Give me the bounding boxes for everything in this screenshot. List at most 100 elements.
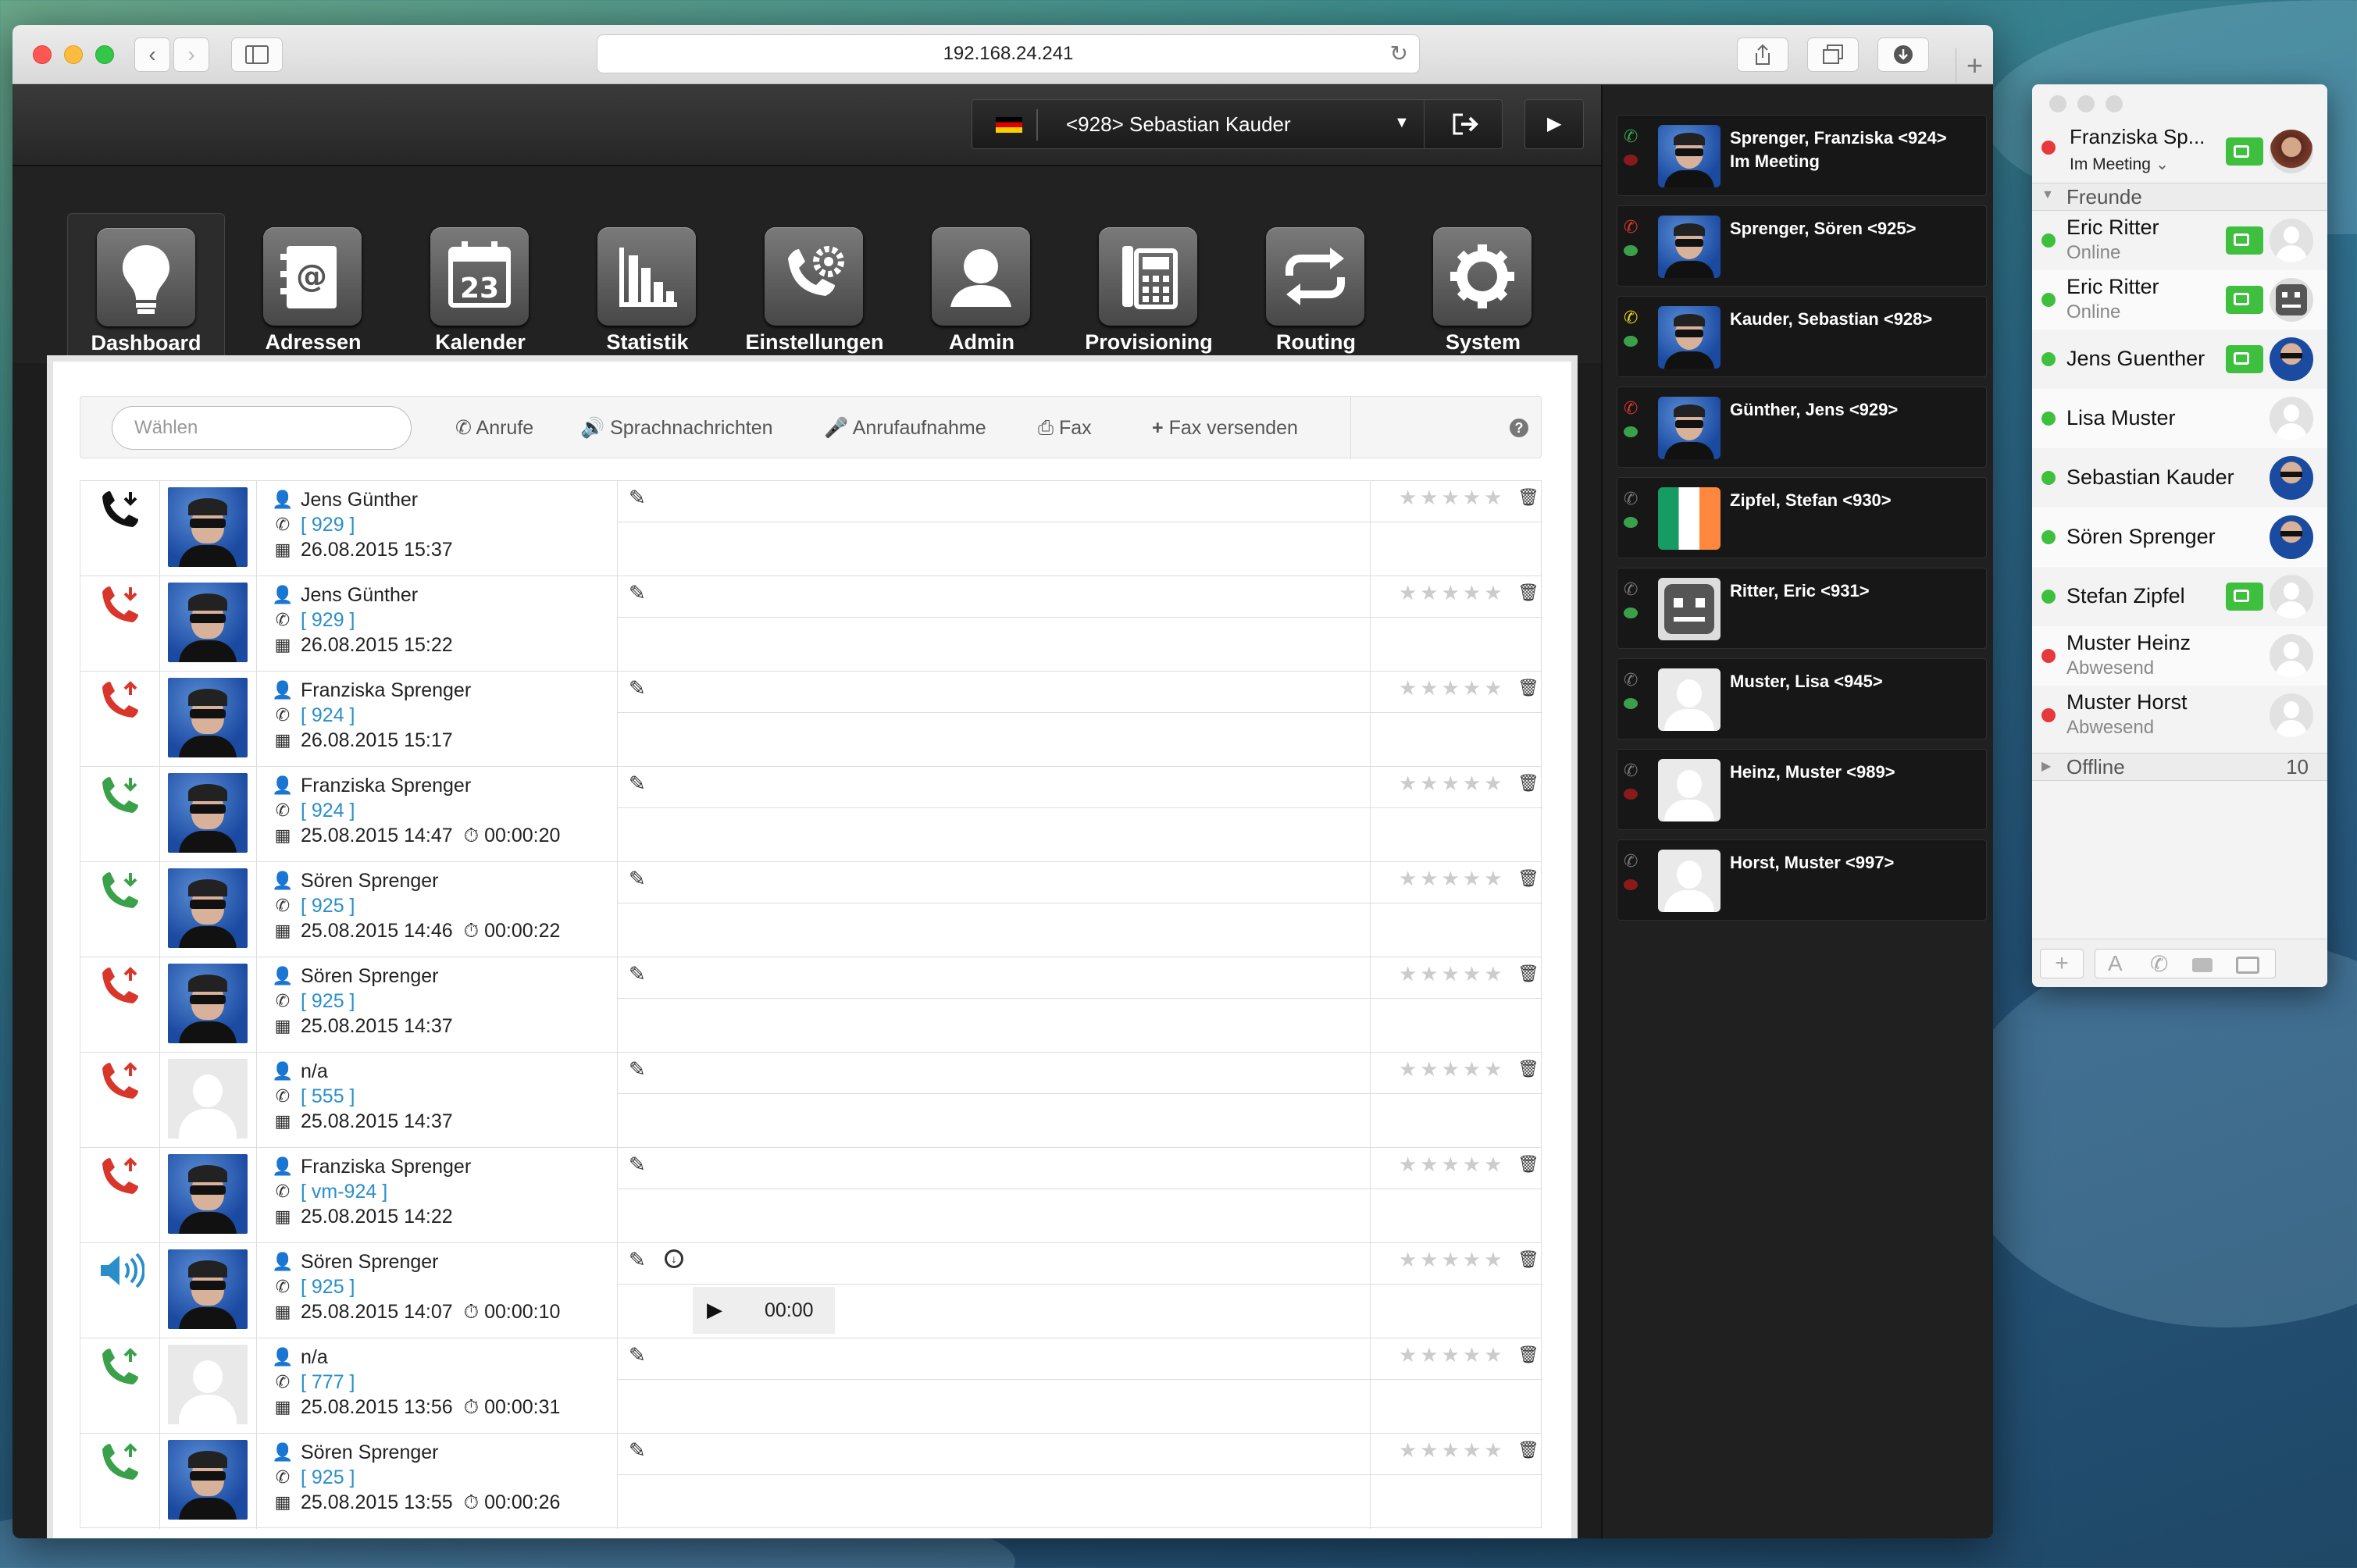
share-button[interactable]: [1737, 37, 1788, 72]
edit-note-icon[interactable]: ✎: [629, 772, 646, 796]
sidebar-toggle-button[interactable]: [231, 37, 283, 72]
filter-sprachnachrichten[interactable]: 🔊 Sprachnachrichten: [580, 397, 773, 459]
presence-card[interactable]: ✆ Kauder, Sebastian <928>: [1617, 296, 1987, 377]
help-icon[interactable]: ?: [1510, 419, 1528, 437]
tabs-overview-button[interactable]: [1807, 37, 1859, 72]
delete-icon[interactable]: 🗑: [1517, 678, 1539, 698]
close-window-button[interactable]: [33, 45, 52, 64]
buddy-list-item[interactable]: Jens Guenther: [2032, 330, 2327, 389]
edit-note-icon[interactable]: ✎: [629, 486, 646, 510]
delete-icon[interactable]: 🗑: [1517, 583, 1539, 603]
logout-icon[interactable]: [1452, 112, 1478, 136]
presence-card[interactable]: ✆ Heinz, Muster <989>: [1617, 749, 1987, 830]
rating-stars[interactable]: ★★★★★: [1399, 486, 1506, 510]
delete-icon[interactable]: 🗑: [1517, 1249, 1539, 1270]
presence-card[interactable]: ✆ Günther, Jens <929>: [1617, 387, 1987, 468]
edit-note-icon[interactable]: ✎: [629, 1057, 646, 1082]
address-bar[interactable]: 192.168.24.241 ↻: [597, 34, 1420, 73]
presence-card[interactable]: ✆ Ritter, Eric <931>: [1617, 568, 1987, 649]
video-camera-icon[interactable]: [2226, 286, 2263, 314]
nav-provisioning[interactable]: Provisioning: [1070, 213, 1228, 363]
group-header-freunde[interactable]: ▼ Freunde: [2032, 183, 2327, 211]
table-row[interactable]: 👤 Sören Sprenger ✆ [ 925 ] ▦ 25.08.2015 14:07…: [80, 1242, 1542, 1338]
caller-extension[interactable]: [ vm-924 ]: [301, 1179, 387, 1204]
filter-anrufaufnahme[interactable]: 🎤 Anrufaufnahme: [824, 397, 986, 459]
filter-anrufe[interactable]: ✆ Anrufe: [455, 397, 533, 459]
filter-fax[interactable]: ⎙ Fax: [1038, 397, 1092, 459]
close-window-button[interactable]: [2049, 95, 2066, 112]
minimize-window-button[interactable]: [2077, 95, 2095, 112]
table-row[interactable]: 👤 Sören Sprenger ✆ [ 925 ] ▦ 25.08.2015 13:55…: [80, 1433, 1542, 1529]
delete-icon[interactable]: 🗑: [1517, 773, 1539, 793]
panel-toggle-button[interactable]: ▶: [1524, 99, 1584, 149]
buddy-list-item[interactable]: Stefan Zipfel: [2032, 567, 2327, 626]
caller-extension[interactable]: [ 924 ]: [301, 798, 355, 823]
rating-stars[interactable]: ★★★★★: [1399, 1057, 1506, 1082]
caller-extension[interactable]: [ 777 ]: [301, 1370, 355, 1395]
video-camera-icon[interactable]: [2192, 958, 2213, 972]
table-row[interactable]: 👤 Jens Günther ✆ [ 929 ] ▦ 26.08.2015 15:37 ✎ ★…: [80, 480, 1542, 576]
buddy-list-item[interactable]: Sebastian Kauder: [2032, 448, 2327, 508]
edit-note-icon[interactable]: ✎: [629, 1438, 646, 1463]
forward-button[interactable]: ›: [173, 37, 209, 72]
zoom-window-button[interactable]: [2106, 95, 2123, 112]
table-row[interactable]: 👤 Franziska Sprenger ✆ [ vm-924 ] ▦ 25.08.201…: [80, 1147, 1542, 1243]
rating-stars[interactable]: ★★★★★: [1399, 1248, 1506, 1272]
buddy-list-item[interactable]: Lisa Muster: [2032, 389, 2327, 448]
download-icon[interactable]: ↓: [665, 1249, 683, 1268]
caller-extension[interactable]: [ 555 ]: [301, 1084, 355, 1109]
reload-icon[interactable]: ↻: [1390, 35, 1408, 73]
delete-icon[interactable]: 🗑: [1517, 1345, 1539, 1365]
rating-stars[interactable]: ★★★★★: [1399, 772, 1506, 796]
table-row[interactable]: 👤 n/a ✆ [ 555 ] ▦ 25.08.2015 14:37 ✎ ★★★★★ 🗑: [80, 1052, 1542, 1148]
edit-note-icon[interactable]: ✎: [629, 962, 646, 986]
nav-statistik[interactable]: Statistik: [569, 213, 726, 363]
caller-extension[interactable]: [ 925 ]: [301, 1274, 355, 1299]
edit-note-icon[interactable]: ✎: [629, 867, 646, 891]
user-selector[interactable]: <928> Sebastian Kauder ▼: [972, 99, 1503, 149]
presence-card[interactable]: ✆ Sprenger, Franziska <924> Im Meeting: [1617, 115, 1987, 196]
send-fax-button[interactable]: + Fax versenden: [1152, 397, 1298, 459]
buddy-list-item[interactable]: Muster Horst Abwesend: [2032, 686, 2327, 745]
back-button[interactable]: ‹: [134, 37, 170, 72]
table-row[interactable]: 👤 Sören Sprenger ✆ [ 925 ] ▦ 25.08.2015 14:37…: [80, 957, 1542, 1053]
caller-extension[interactable]: [ 929 ]: [301, 512, 355, 537]
table-row[interactable]: 👤 n/a ✆ [ 777 ] ▦ 25.08.2015 13:56 ⏱ 00:00:31 ✎…: [80, 1338, 1542, 1434]
group-header-offline[interactable]: ▶ Offline 10: [2032, 753, 2327, 781]
buddy-list-item[interactable]: Eric Ritter Online: [2032, 270, 2327, 330]
caller-extension[interactable]: [ 924 ]: [301, 703, 355, 728]
nav-einstellungen[interactable]: Einstellungen: [736, 213, 893, 363]
table-row[interactable]: 👤 Franziska Sprenger ✆ [ 924 ] ▦ 26.08.2015 1…: [80, 671, 1542, 767]
edit-note-icon[interactable]: ✎: [629, 1248, 646, 1272]
delete-icon[interactable]: 🗑: [1517, 868, 1539, 889]
nav-admin[interactable]: Admin: [903, 213, 1061, 363]
table-row[interactable]: 👤 Jens Günther ✆ [ 929 ] ▦ 26.08.2015 15:22 ✎ ★…: [80, 576, 1542, 672]
caller-extension[interactable]: [ 929 ]: [301, 608, 355, 633]
delete-icon[interactable]: 🗑: [1517, 1059, 1539, 1079]
buddy-list-item[interactable]: Muster Heinz Abwesend: [2032, 626, 2327, 686]
rating-stars[interactable]: ★★★★★: [1399, 581, 1506, 605]
delete-icon[interactable]: 🗑: [1517, 1154, 1539, 1174]
edit-note-icon[interactable]: ✎: [629, 1343, 646, 1367]
presence-card[interactable]: ✆ Horst, Muster <997>: [1617, 839, 1987, 921]
caller-extension[interactable]: [ 925 ]: [301, 989, 355, 1014]
edit-note-icon[interactable]: ✎: [629, 1153, 646, 1177]
search-input[interactable]: Wählen: [112, 406, 412, 450]
buddy-list-item[interactable]: Eric Ritter Online: [2032, 211, 2327, 270]
rating-stars[interactable]: ★★★★★: [1399, 1438, 1506, 1463]
play-button[interactable]: ▶: [707, 1298, 722, 1322]
nav-system[interactable]: System: [1404, 213, 1562, 363]
video-camera-icon[interactable]: [2226, 226, 2263, 255]
rating-stars[interactable]: ★★★★★: [1399, 867, 1506, 891]
rating-stars[interactable]: ★★★★★: [1399, 676, 1506, 700]
rating-stars[interactable]: ★★★★★: [1399, 1153, 1506, 1177]
presence-card[interactable]: ✆ Muster, Lisa <945>: [1617, 658, 1987, 739]
video-camera-icon[interactable]: [2226, 137, 2263, 166]
presence-card[interactable]: ✆ Zipfel, Stefan <930>: [1617, 477, 1987, 558]
table-row[interactable]: 👤 Sören Sprenger ✆ [ 925 ] ▦ 25.08.2015 14:46…: [80, 861, 1542, 957]
phone-icon[interactable]: ✆: [2150, 951, 2168, 977]
nav-kalender[interactable]: 23 Kalender: [401, 213, 559, 363]
nav-adressen[interactable]: @ Adressen: [234, 213, 392, 363]
screen-share-icon[interactable]: [2236, 957, 2259, 974]
minimize-window-button[interactable]: [64, 45, 83, 64]
